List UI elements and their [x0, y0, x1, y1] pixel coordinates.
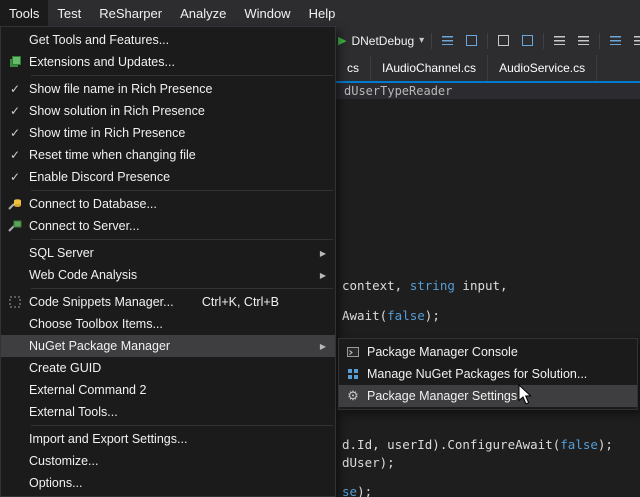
- menu-item-options[interactable]: Options...: [1, 472, 335, 494]
- comment-icon[interactable]: [495, 32, 512, 49]
- start-debug-button[interactable]: ▶ DNetDebug ▾: [338, 34, 424, 48]
- menu-separator: [31, 425, 333, 426]
- menu-separator: [31, 288, 333, 289]
- menu-item-choose-toolbox-items[interactable]: Choose Toolbox Items...: [1, 313, 335, 335]
- menu-separator: [31, 239, 333, 240]
- toolbar-separator: [599, 33, 600, 49]
- tools-menu: Get Tools and Features... Extensions and…: [0, 26, 336, 497]
- menu-item-show-solution-rich-presence[interactable]: ✓ Show solution in Rich Presence: [1, 100, 335, 122]
- menubar-item-test[interactable]: Test: [48, 0, 90, 26]
- menubar-label: Help: [309, 6, 336, 21]
- menu-item-sql-server[interactable]: SQL Server ▶: [1, 242, 335, 264]
- menu-item-package-manager-settings[interactable]: ⚙ Package Manager Settings: [339, 385, 637, 407]
- checkmark-icon: ✓: [1, 126, 29, 140]
- code-line: context, string input,: [342, 278, 508, 293]
- checkmark-icon: ✓: [1, 170, 29, 184]
- gear-icon: ⚙: [339, 388, 367, 404]
- menu-item-import-and-export-settings[interactable]: Import and Export Settings...: [1, 428, 335, 450]
- menubar-item-analyze[interactable]: Analyze: [171, 0, 235, 26]
- menubar-label: Analyze: [180, 6, 226, 21]
- sort-lines-icon[interactable]: [607, 32, 624, 49]
- menubar-item-window[interactable]: Window: [235, 0, 299, 26]
- menu-item-code-snippets-manager[interactable]: Code Snippets Manager... Ctrl+K, Ctrl+B: [1, 291, 335, 313]
- tab-audioservice[interactable]: AudioService.cs: [488, 55, 597, 81]
- checkmark-icon: ✓: [1, 104, 29, 118]
- menubar-item-tools[interactable]: Tools: [0, 0, 48, 26]
- menubar-item-help[interactable]: Help: [300, 0, 345, 26]
- menu-item-web-code-analysis[interactable]: Web Code Analysis ▶: [1, 264, 335, 286]
- menu-bar: Tools Test ReSharper Analyze Window Help: [0, 0, 640, 26]
- menubar-label: Window: [244, 6, 290, 21]
- menu-item-customize[interactable]: Customize...: [1, 450, 335, 472]
- menubar-label: Test: [57, 6, 81, 21]
- chevron-down-icon[interactable]: ▾: [419, 35, 424, 46]
- indent-icon[interactable]: [575, 32, 592, 49]
- menu-item-package-manager-console[interactable]: Package Manager Console: [339, 341, 637, 363]
- menu-separator: [31, 190, 333, 191]
- toolbar-separator: [543, 33, 544, 49]
- uncomment-icon[interactable]: [519, 32, 536, 49]
- menu-item-nuget-package-manager[interactable]: NuGet Package Manager ▶: [1, 335, 335, 357]
- menu-item-show-time-rich-presence[interactable]: ✓ Show time in Rich Presence: [1, 122, 335, 144]
- menu-item-get-tools-and-features[interactable]: Get Tools and Features...: [1, 29, 335, 51]
- outdent-icon[interactable]: [551, 32, 568, 49]
- code-line: se);: [342, 484, 372, 497]
- checkmark-icon: ✓: [1, 82, 29, 96]
- play-icon: ▶: [338, 34, 346, 47]
- edit-window-icon[interactable]: [463, 32, 480, 49]
- toolbar-separator: [431, 33, 432, 49]
- checkmark-icon: ✓: [1, 148, 29, 162]
- submenu-arrow-icon: ▶: [320, 271, 326, 280]
- menu-item-manage-nuget-packages-for-solution[interactable]: Manage NuGet Packages for Solution...: [339, 363, 637, 385]
- nav-band: dUserTypeReader: [336, 83, 640, 99]
- nuget-submenu: Package Manager Console Manage NuGet Pac…: [338, 338, 638, 410]
- tab-bar: cs IAudioChannel.cs AudioService.cs: [336, 55, 640, 81]
- menubar-label: Tools: [9, 6, 39, 21]
- menu-item-extensions-and-updates[interactable]: Extensions and Updates...: [1, 51, 335, 73]
- list-members-icon[interactable]: [631, 32, 640, 49]
- connect-server-icon: [1, 219, 29, 233]
- shortcut-label: Ctrl+K, Ctrl+B: [202, 295, 279, 309]
- toolbar-separator: [487, 33, 488, 49]
- menu-item-external-command-2[interactable]: External Command 2: [1, 379, 335, 401]
- menu-item-connect-to-database[interactable]: Connect to Database...: [1, 193, 335, 215]
- code-editor[interactable]: context, string input, Await(false); d.I…: [336, 99, 640, 497]
- code-line: Await(false);: [342, 308, 440, 323]
- code-line: d.Id, userId).ConfigureAwait(false);: [342, 437, 613, 452]
- find-icon[interactable]: [439, 32, 456, 49]
- nav-band-text: dUserTypeReader: [344, 84, 452, 98]
- extensions-icon: [1, 55, 29, 69]
- menu-separator: [31, 75, 333, 76]
- menu-item-create-guid[interactable]: Create GUID: [1, 357, 335, 379]
- connect-database-icon: [1, 197, 29, 211]
- menu-item-enable-discord-presence[interactable]: ✓ Enable Discord Presence: [1, 166, 335, 188]
- snippets-icon: [1, 295, 29, 309]
- code-line: dUser);: [342, 455, 395, 470]
- submenu-arrow-icon: ▶: [320, 342, 326, 351]
- mouse-cursor: [518, 384, 534, 405]
- menu-item-show-file-name-rich-presence[interactable]: ✓ Show file name in Rich Presence: [1, 78, 335, 100]
- debug-target-label: DNetDebug: [351, 34, 414, 48]
- vs-window: Tools Test ReSharper Analyze Window Help…: [0, 0, 640, 497]
- manage-packages-icon: [339, 367, 367, 381]
- tab-iaudiochannel[interactable]: IAudioChannel.cs: [371, 55, 488, 81]
- menu-item-reset-time-when-changing-file[interactable]: ✓ Reset time when changing file: [1, 144, 335, 166]
- menu-item-connect-to-server[interactable]: Connect to Server...: [1, 215, 335, 237]
- console-icon: [339, 345, 367, 359]
- menubar-label: ReSharper: [99, 6, 162, 21]
- menu-item-external-tools[interactable]: External Tools...: [1, 401, 335, 423]
- submenu-arrow-icon: ▶: [320, 249, 326, 258]
- tab-partial[interactable]: cs: [336, 55, 371, 81]
- menubar-item-resharper[interactable]: ReSharper: [90, 0, 171, 26]
